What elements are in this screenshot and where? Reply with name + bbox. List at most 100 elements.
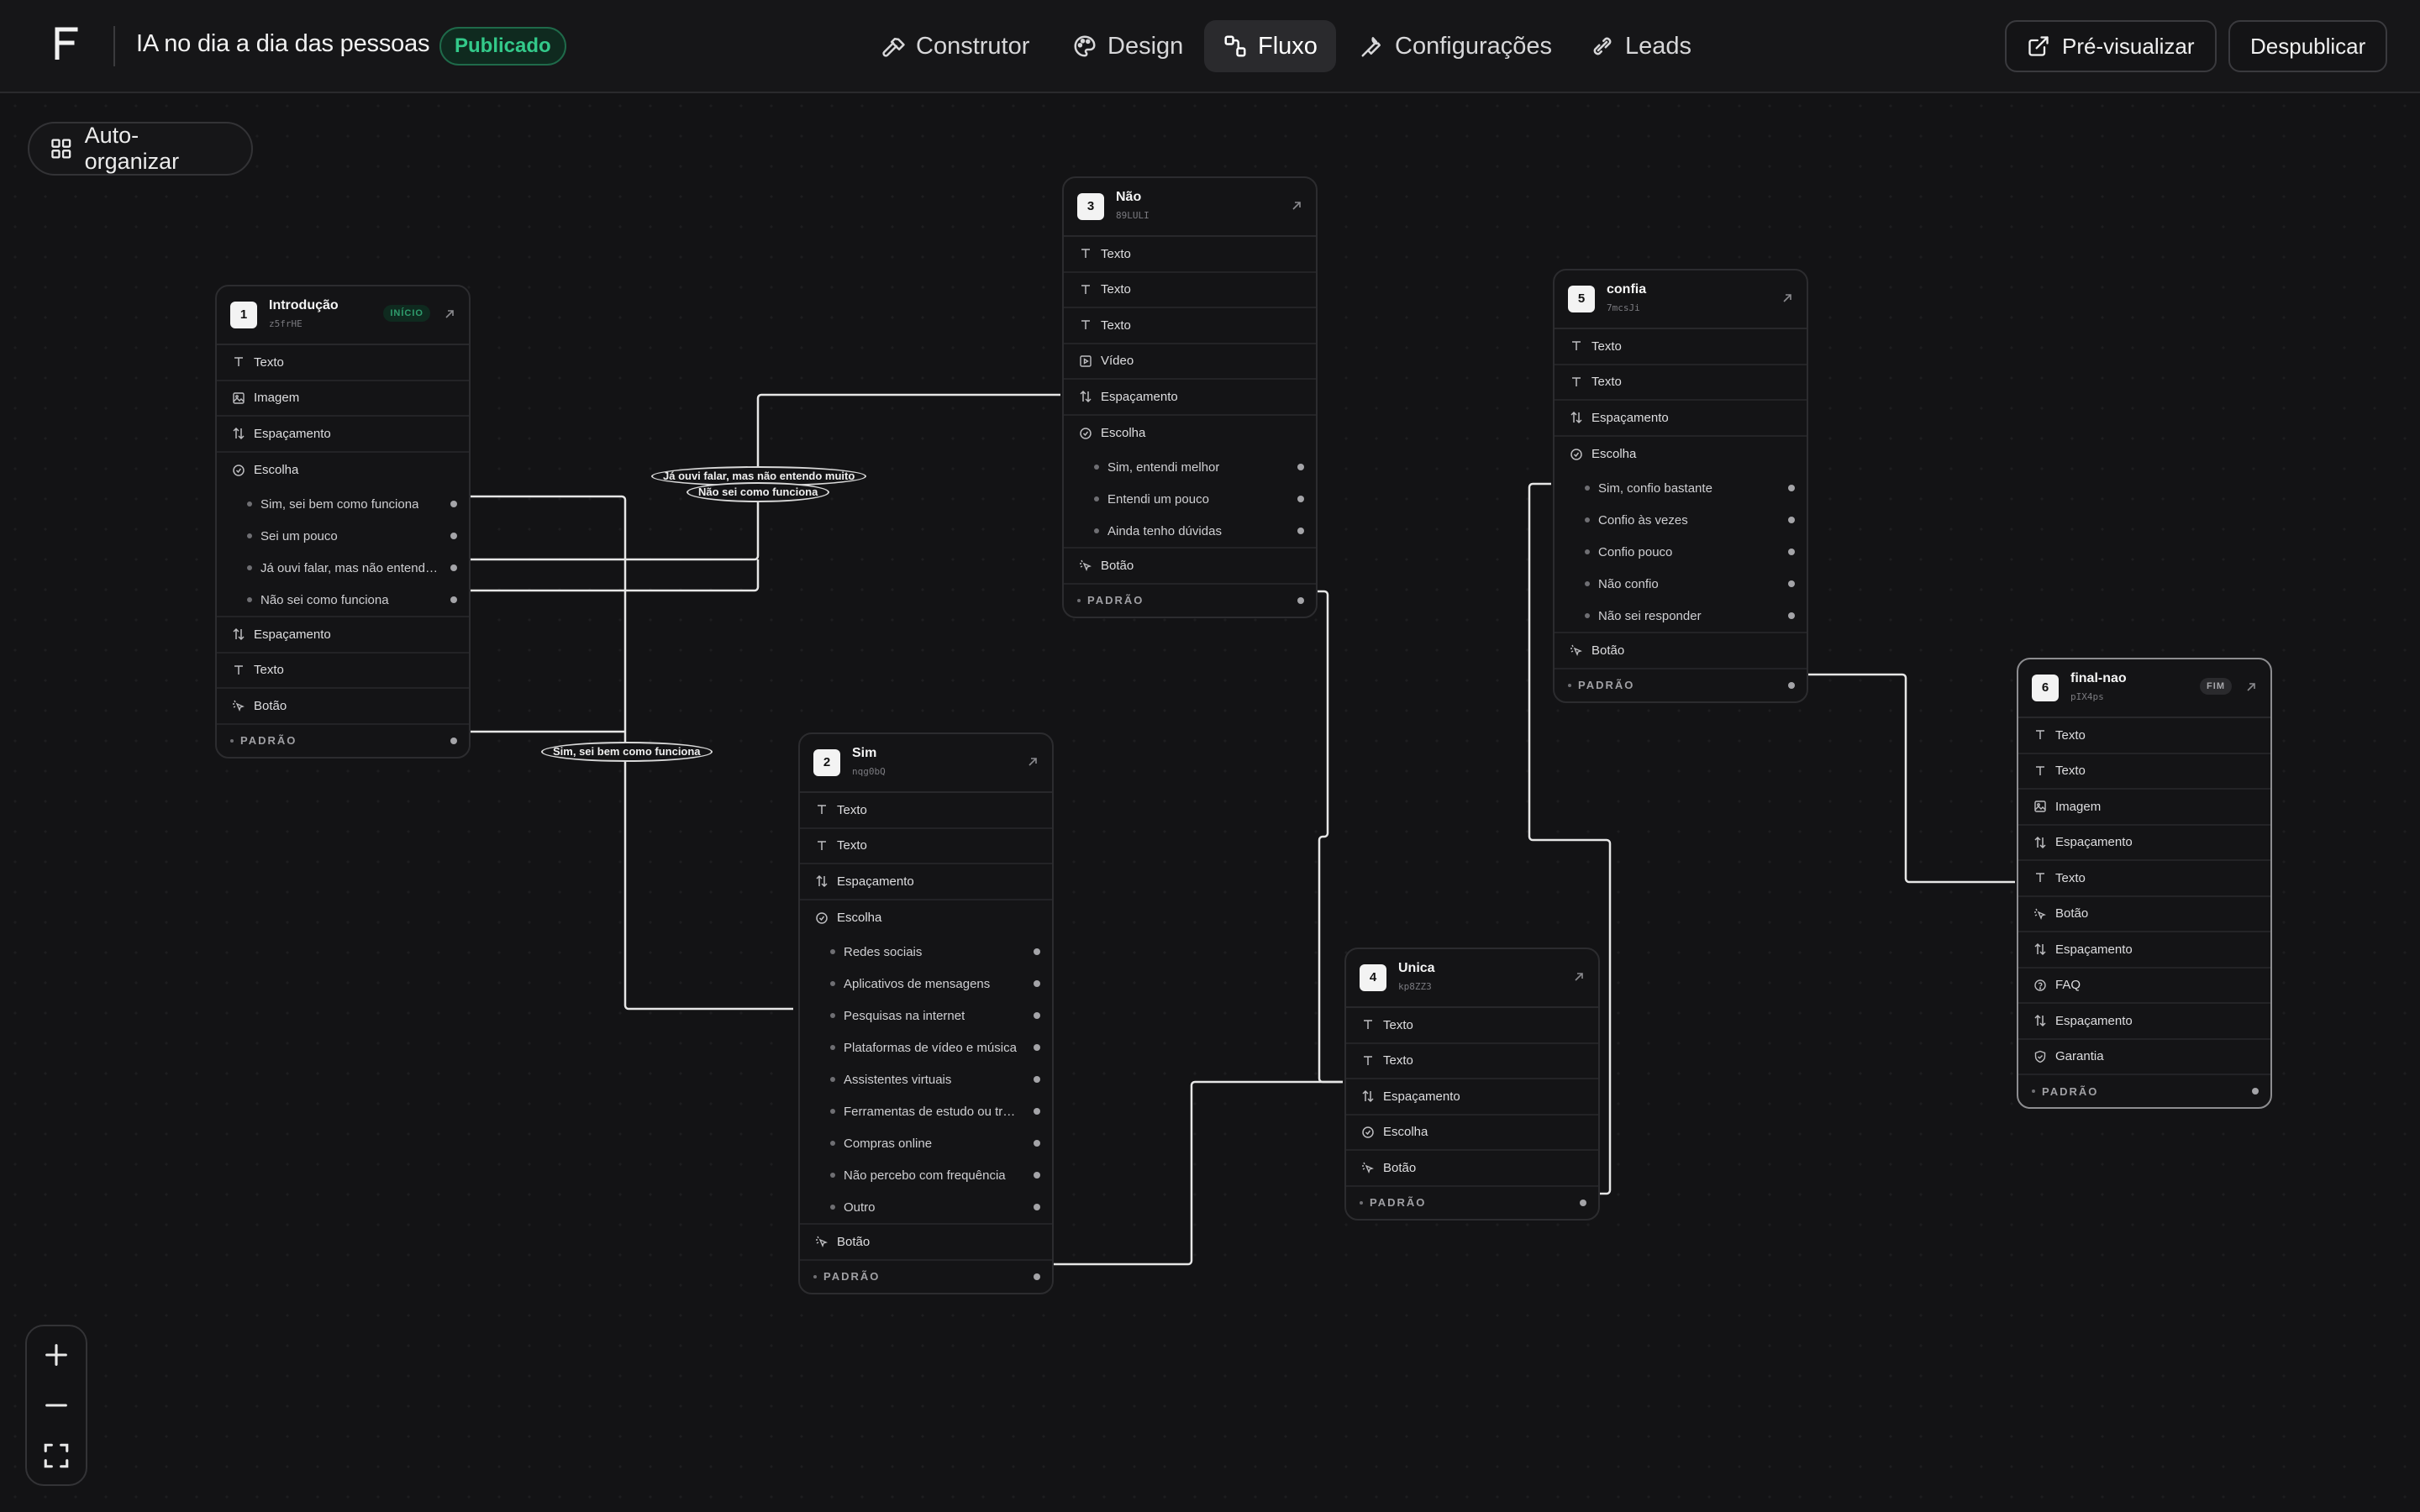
node-block[interactable]: FAQ <box>2018 969 2270 1004</box>
choice-option[interactable]: Entendi um pouco <box>1064 483 1316 515</box>
node-block[interactable]: Botão <box>800 1225 1052 1261</box>
node-block[interactable]: Botão <box>1555 633 1807 669</box>
node-header[interactable]: 6 final-nao pIX4ps FIM <box>2018 659 2270 718</box>
flow-node-final-nao[interactable]: 6 final-nao pIX4ps FIM Texto Texto Image… <box>2017 658 2272 1109</box>
node-header[interactable]: 4 Unica kp8ZZ3 <box>1346 949 1598 1008</box>
output-port[interactable] <box>450 501 457 507</box>
output-port[interactable] <box>450 596 457 603</box>
output-port[interactable] <box>450 737 457 744</box>
default-output[interactable]: PADRÃO <box>1346 1187 1598 1219</box>
node-block[interactable]: Botão <box>1346 1151 1598 1187</box>
choice-option[interactable]: Sei um pouco <box>217 520 469 552</box>
node-block[interactable]: Espaçamento <box>217 417 469 453</box>
node-block[interactable]: Garantia <box>2018 1040 2270 1075</box>
node-block[interactable]: Imagem <box>217 381 469 417</box>
node-block[interactable]: Espaçamento <box>2018 1004 2270 1040</box>
choice-option[interactable]: Sim, entendi melhor <box>1064 451 1316 483</box>
node-block[interactable]: Escolha <box>217 453 469 489</box>
choice-option[interactable]: Não percebo com frequência <box>800 1159 1052 1191</box>
choice-option[interactable]: Outro <box>800 1191 1052 1223</box>
node-block[interactable]: Texto <box>1346 1044 1598 1079</box>
output-port[interactable] <box>1034 1172 1040 1179</box>
output-port[interactable] <box>1034 1273 1040 1280</box>
open-arrow-icon[interactable] <box>1781 292 1793 304</box>
default-output[interactable]: PADRÃO <box>1555 669 1807 701</box>
node-header[interactable]: 3 Não 89LULI <box>1064 178 1316 237</box>
output-port[interactable] <box>1034 1204 1040 1210</box>
node-header[interactable]: 2 Sim nqg0bQ <box>800 734 1052 793</box>
choice-option[interactable]: Aplicativos de mensagens <box>800 968 1052 1000</box>
node-block[interactable]: Espaçamento <box>217 617 469 654</box>
open-arrow-icon[interactable] <box>2245 681 2257 693</box>
node-block[interactable]: Vídeo <box>1064 344 1316 380</box>
flow-node-introducao[interactable]: 1 Introdução z5frHE INÍCIO Texto Imagem … <box>215 285 471 759</box>
node-block[interactable]: Texto <box>1555 365 1807 401</box>
open-arrow-icon[interactable] <box>444 308 455 320</box>
node-block[interactable]: Texto <box>800 829 1052 864</box>
open-arrow-icon[interactable] <box>1027 756 1039 768</box>
output-port[interactable] <box>1297 496 1304 502</box>
node-header[interactable]: 5 confia 7mcsJi <box>1555 270 1807 329</box>
choice-option[interactable]: Já ouvi falar, mas não entendo muito <box>217 552 469 584</box>
node-block[interactable]: Texto <box>1555 329 1807 365</box>
choice-option[interactable]: Plataformas de vídeo e música <box>800 1032 1052 1063</box>
node-block[interactable]: Espaçamento <box>1064 380 1316 416</box>
choice-option[interactable]: Ferramentas de estudo ou trabalho <box>800 1095 1052 1127</box>
edge-label[interactable]: Não sei como funciona <box>687 482 830 502</box>
flow-node-unica[interactable]: 4 Unica kp8ZZ3 Texto Texto Espaçamento E… <box>1344 948 1600 1221</box>
choice-option[interactable]: Não sei responder <box>1555 600 1807 632</box>
choice-option[interactable]: Confio às vezes <box>1555 504 1807 536</box>
flow-node-confia[interactable]: 5 confia 7mcsJi Texto Texto Espaçamento … <box>1553 269 1808 703</box>
output-port[interactable] <box>450 564 457 571</box>
node-block[interactable]: Escolha <box>1064 416 1316 452</box>
zoom-in-button[interactable] <box>27 1330 86 1380</box>
flow-node-nao[interactable]: 3 Não 89LULI Texto Texto Texto Vídeo Esp… <box>1062 176 1318 618</box>
node-block[interactable]: Espaçamento <box>2018 932 2270 969</box>
node-block[interactable]: Imagem <box>2018 790 2270 826</box>
edge-label[interactable]: Sim, sei bem como funciona <box>541 742 713 762</box>
node-block[interactable]: Espaçamento <box>2018 826 2270 861</box>
output-port[interactable] <box>1034 1044 1040 1051</box>
node-block[interactable]: Escolha <box>800 900 1052 937</box>
node-block[interactable]: Botão <box>217 689 469 725</box>
node-block[interactable]: Texto <box>1064 273 1316 308</box>
choice-option[interactable]: Assistentes virtuais <box>800 1063 1052 1095</box>
default-output[interactable]: PADRÃO <box>217 725 469 757</box>
node-block[interactable]: Texto <box>2018 754 2270 790</box>
node-block[interactable]: Texto <box>217 345 469 381</box>
node-block[interactable]: Texto <box>1064 237 1316 273</box>
output-port[interactable] <box>1788 681 1795 689</box>
node-block[interactable]: Texto <box>217 654 469 689</box>
choice-option[interactable]: Redes sociais <box>800 936 1052 968</box>
node-block[interactable]: Escolha <box>1555 437 1807 473</box>
output-port[interactable] <box>1034 1012 1040 1019</box>
output-port[interactable] <box>1788 612 1795 619</box>
output-port[interactable] <box>1788 485 1795 491</box>
output-port[interactable] <box>1034 980 1040 987</box>
output-port[interactable] <box>1297 464 1304 470</box>
node-block[interactable]: Texto <box>2018 861 2270 897</box>
choice-option[interactable]: Pesquisas na internet <box>800 1000 1052 1032</box>
output-port[interactable] <box>1788 580 1795 587</box>
node-block[interactable]: Espaçamento <box>1346 1079 1598 1116</box>
node-block[interactable]: Botão <box>2018 897 2270 932</box>
output-port[interactable] <box>1788 517 1795 523</box>
output-port[interactable] <box>450 533 457 539</box>
zoom-out-button[interactable] <box>27 1380 86 1431</box>
choice-option[interactable]: Ainda tenho dúvidas <box>1064 515 1316 547</box>
output-port[interactable] <box>1297 528 1304 534</box>
node-block[interactable]: Espaçamento <box>800 864 1052 900</box>
choice-option[interactable]: Confio pouco <box>1555 536 1807 568</box>
choice-option[interactable]: Compras online <box>800 1127 1052 1159</box>
default-output[interactable]: PADRÃO <box>800 1261 1052 1293</box>
choice-option[interactable]: Sim, confio bastante <box>1555 472 1807 504</box>
choice-option[interactable]: Sim, sei bem como funciona <box>217 488 469 520</box>
output-port[interactable] <box>1034 1076 1040 1083</box>
output-port[interactable] <box>1580 1199 1586 1206</box>
output-port[interactable] <box>1297 596 1304 604</box>
output-port[interactable] <box>1034 1140 1040 1147</box>
choice-option[interactable]: Não confio <box>1555 568 1807 600</box>
output-port[interactable] <box>2252 1088 2259 1095</box>
node-block[interactable]: Botão <box>1064 549 1316 585</box>
node-block[interactable]: Texto <box>800 793 1052 829</box>
